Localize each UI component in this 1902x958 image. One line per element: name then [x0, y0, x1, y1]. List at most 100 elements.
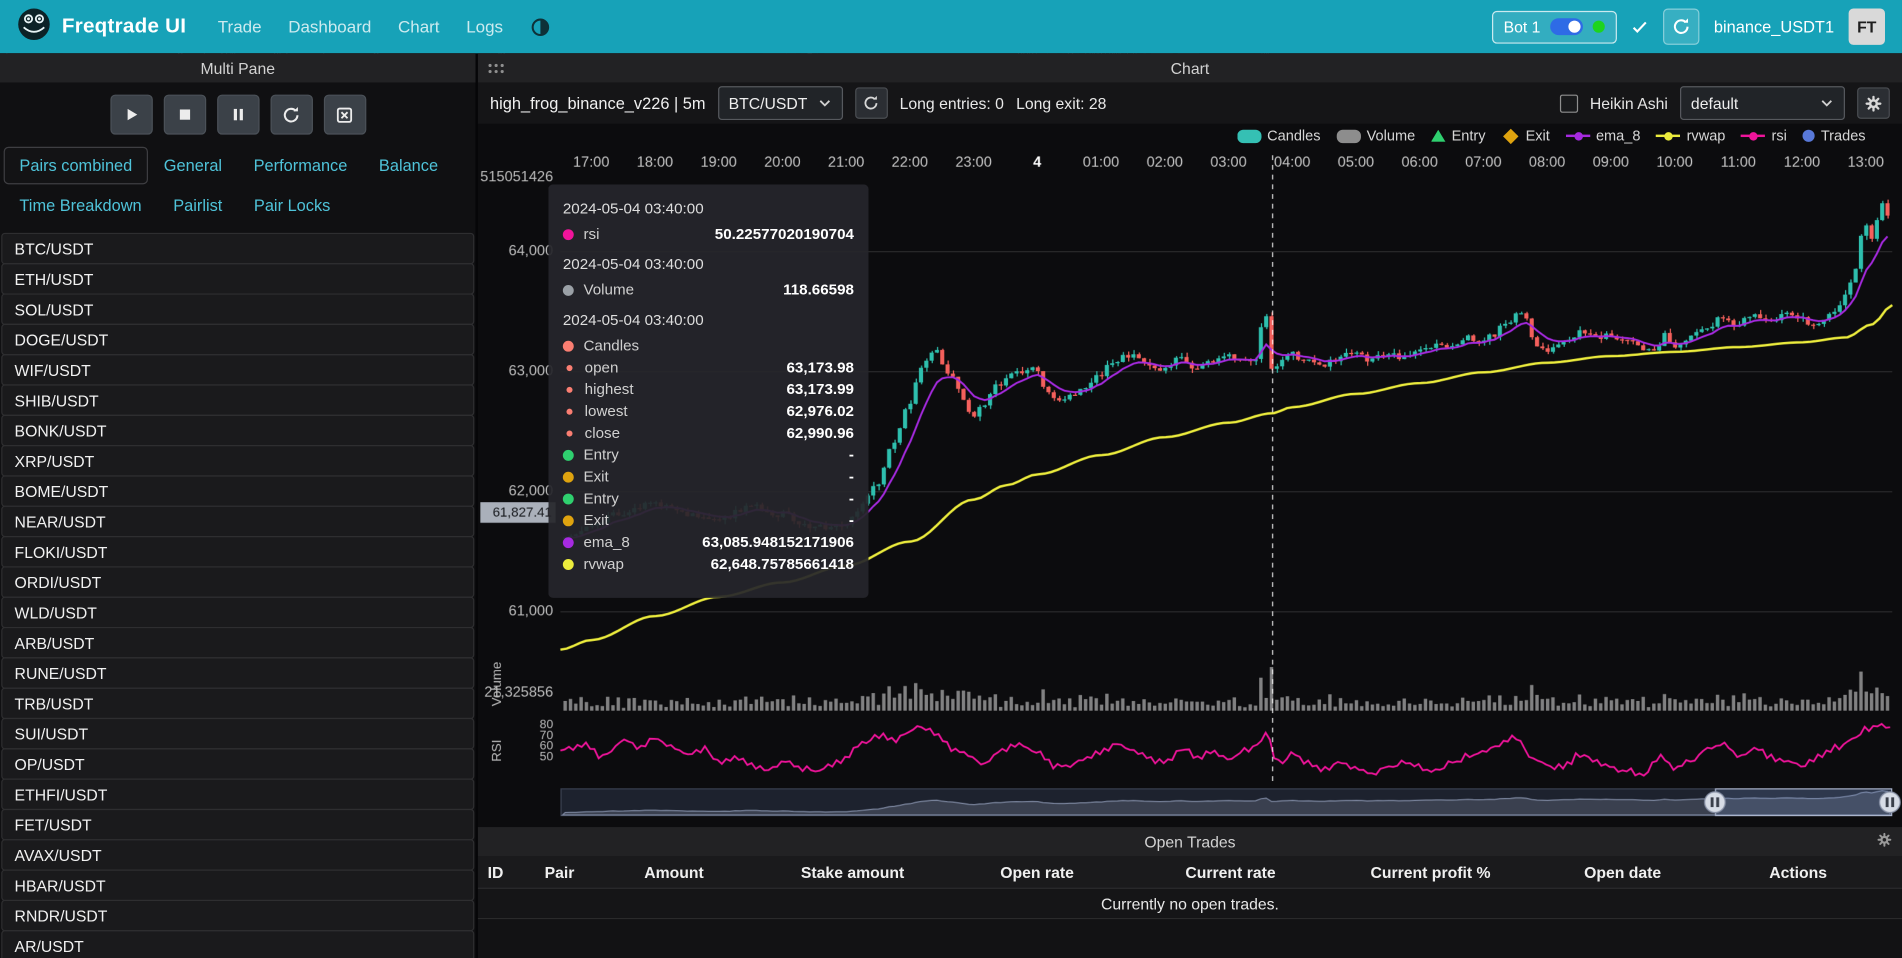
plot-config-select[interactable]: default	[1680, 86, 1845, 120]
tab-general[interactable]: General	[148, 147, 238, 185]
legend-entry[interactable]: Entry	[1431, 127, 1486, 144]
ema8-line-icon	[1566, 130, 1590, 142]
tab-performance[interactable]: Performance	[238, 147, 363, 185]
sidebar-tabs: Pairs combined General Performance Balan…	[0, 144, 475, 229]
pair-row[interactable]: DOGE/USDT	[1, 324, 474, 356]
tab-time-breakdown[interactable]: Time Breakdown	[4, 187, 158, 225]
long-exit-label: Long exit: 28	[1016, 94, 1106, 112]
volume-marker-icon	[1336, 129, 1360, 142]
legend-rvwap[interactable]: rvwap	[1656, 127, 1725, 144]
refresh-chart-button[interactable]	[855, 87, 888, 119]
chevron-down-icon	[817, 96, 832, 111]
candles-marker-icon	[1237, 129, 1261, 142]
open-trades-settings-gear-icon[interactable]	[1877, 832, 1893, 851]
tab-balance[interactable]: Balance	[363, 147, 454, 185]
bot-name: Bot 1	[1504, 18, 1541, 36]
pair-row[interactable]: TRB/USDT	[1, 688, 474, 720]
bot-selector[interactable]: Bot 1	[1491, 10, 1616, 43]
pair-row[interactable]: SHIB/USDT	[1, 384, 474, 416]
chart-region: Candles Volume Entry Exit ema_8 rvwap rs…	[478, 124, 1902, 827]
bot-online-dot	[1593, 21, 1605, 33]
pair-row[interactable]: NEAR/USDT	[1, 506, 474, 538]
freqtrade-logo-icon	[17, 7, 51, 47]
pair-row[interactable]: ETH/USDT	[1, 263, 474, 295]
col-actions: Actions	[1759, 863, 1901, 881]
reload-config-button[interactable]	[270, 95, 312, 135]
chart-legend: Candles Volume Entry Exit ema_8 rvwap rs…	[1237, 127, 1866, 144]
app: Freqtrade UI Trade Dashboard Chart Logs …	[0, 0, 1902, 958]
pair-row[interactable]: RUNE/USDT	[1, 657, 474, 689]
drag-grip-icon[interactable]	[488, 59, 505, 77]
pair-row[interactable]: FLOKI/USDT	[1, 536, 474, 568]
rsi-line-icon	[1741, 130, 1765, 142]
pair-row[interactable]: SUI/USDT	[1, 718, 474, 750]
stop-bot-button[interactable]	[163, 95, 205, 135]
legend-candles[interactable]: Candles	[1237, 127, 1321, 144]
bot-toggle[interactable]	[1550, 18, 1583, 35]
navbar: Freqtrade UI Trade Dashboard Chart Logs …	[0, 0, 1902, 53]
col-amount: Amount	[635, 863, 792, 881]
pause-bot-button[interactable]	[217, 95, 259, 135]
chart-pane: Chart high_frog_binance_v226 | 5m BTC/US…	[478, 53, 1902, 958]
plot-config-value: default	[1691, 94, 1738, 112]
exit-diamond-icon	[1503, 128, 1518, 143]
tab-pairlist[interactable]: Pairlist	[157, 187, 238, 225]
nav-trade[interactable]: Trade	[218, 17, 262, 36]
pair-list: BTC/USDT ETH/USDT SOL/USDT DOGE/USDT WIF…	[0, 229, 475, 958]
bot-controls	[0, 82, 475, 144]
legend-exit[interactable]: Exit	[1501, 127, 1550, 144]
start-bot-button[interactable]	[110, 95, 152, 135]
pair-row[interactable]: BONK/USDT	[1, 415, 474, 447]
strategy-label: high_frog_binance_v226 | 5m	[490, 94, 705, 112]
open-trades-table-header: ID Pair Amount Stake amount Open rate Cu…	[478, 856, 1902, 889]
brand-title: Freqtrade UI	[62, 15, 186, 39]
reload-bot-button[interactable]	[1663, 8, 1699, 44]
col-open-rate: Open rate	[991, 863, 1176, 881]
plot-settings-gear-button[interactable]	[1857, 87, 1890, 119]
nav-logs[interactable]: Logs	[466, 17, 503, 36]
price-chart-canvas[interactable]	[478, 124, 1902, 827]
pair-row[interactable]: OP/USDT	[1, 748, 474, 780]
open-trades-header: Open Trades	[478, 827, 1902, 856]
pair-row[interactable]: ORDI/USDT	[1, 566, 474, 598]
heikin-ashi-label: Heikin Ashi	[1590, 94, 1668, 112]
chart-pane-header: Chart	[478, 53, 1902, 82]
open-trades-title: Open Trades	[1144, 833, 1235, 851]
pair-row[interactable]: BTC/USDT	[1, 233, 474, 265]
heikin-ashi-checkbox[interactable]	[1560, 94, 1578, 112]
theme-toggle-icon[interactable]	[530, 16, 551, 37]
pair-row[interactable]: SOL/USDT	[1, 293, 474, 325]
tab-pair-locks[interactable]: Pair Locks	[238, 187, 346, 225]
pair-row[interactable]: FET/USDT	[1, 809, 474, 841]
pair-row[interactable]: AR/USDT	[1, 930, 474, 958]
legend-rsi[interactable]: rsi	[1741, 127, 1787, 144]
chart-pane-title: Chart	[1171, 59, 1210, 77]
pair-row[interactable]: ETHFI/USDT	[1, 779, 474, 811]
exchange-label: binance_USDT1	[1714, 18, 1834, 36]
pair-row[interactable]: HBAR/USDT	[1, 870, 474, 902]
pair-row[interactable]: ARB/USDT	[1, 627, 474, 659]
pair-row[interactable]: WLD/USDT	[1, 597, 474, 629]
chevron-down-icon	[1820, 96, 1835, 111]
legend-ema8[interactable]: ema_8	[1566, 127, 1641, 144]
pair-row[interactable]: WIF/USDT	[1, 354, 474, 386]
legend-volume[interactable]: Volume	[1336, 127, 1415, 144]
pair-row[interactable]: XRP/USDT	[1, 445, 474, 477]
pair-row[interactable]: RNDR/USDT	[1, 900, 474, 932]
nav-chart[interactable]: Chart	[398, 17, 440, 36]
multi-pane-title: Multi Pane	[200, 59, 275, 77]
force-exit-all-button[interactable]	[323, 95, 365, 135]
pair-select-value: BTC/USDT	[729, 94, 808, 112]
main-nav: Trade Dashboard Chart Logs	[218, 16, 551, 37]
nav-dashboard[interactable]: Dashboard	[288, 17, 371, 36]
tab-pairs-combined[interactable]: Pairs combined	[4, 147, 148, 185]
legend-trades[interactable]: Trades	[1803, 127, 1866, 144]
pair-row[interactable]: AVAX/USDT	[1, 839, 474, 871]
col-open-date: Open date	[1574, 863, 1759, 881]
long-entries-label: Long entries: 0	[900, 94, 1004, 112]
col-id: ID	[478, 863, 535, 881]
pair-select[interactable]: BTC/USDT	[718, 86, 843, 120]
user-avatar[interactable]: FT	[1849, 8, 1885, 44]
entry-triangle-icon	[1431, 130, 1446, 142]
pair-row[interactable]: BOME/USDT	[1, 475, 474, 507]
